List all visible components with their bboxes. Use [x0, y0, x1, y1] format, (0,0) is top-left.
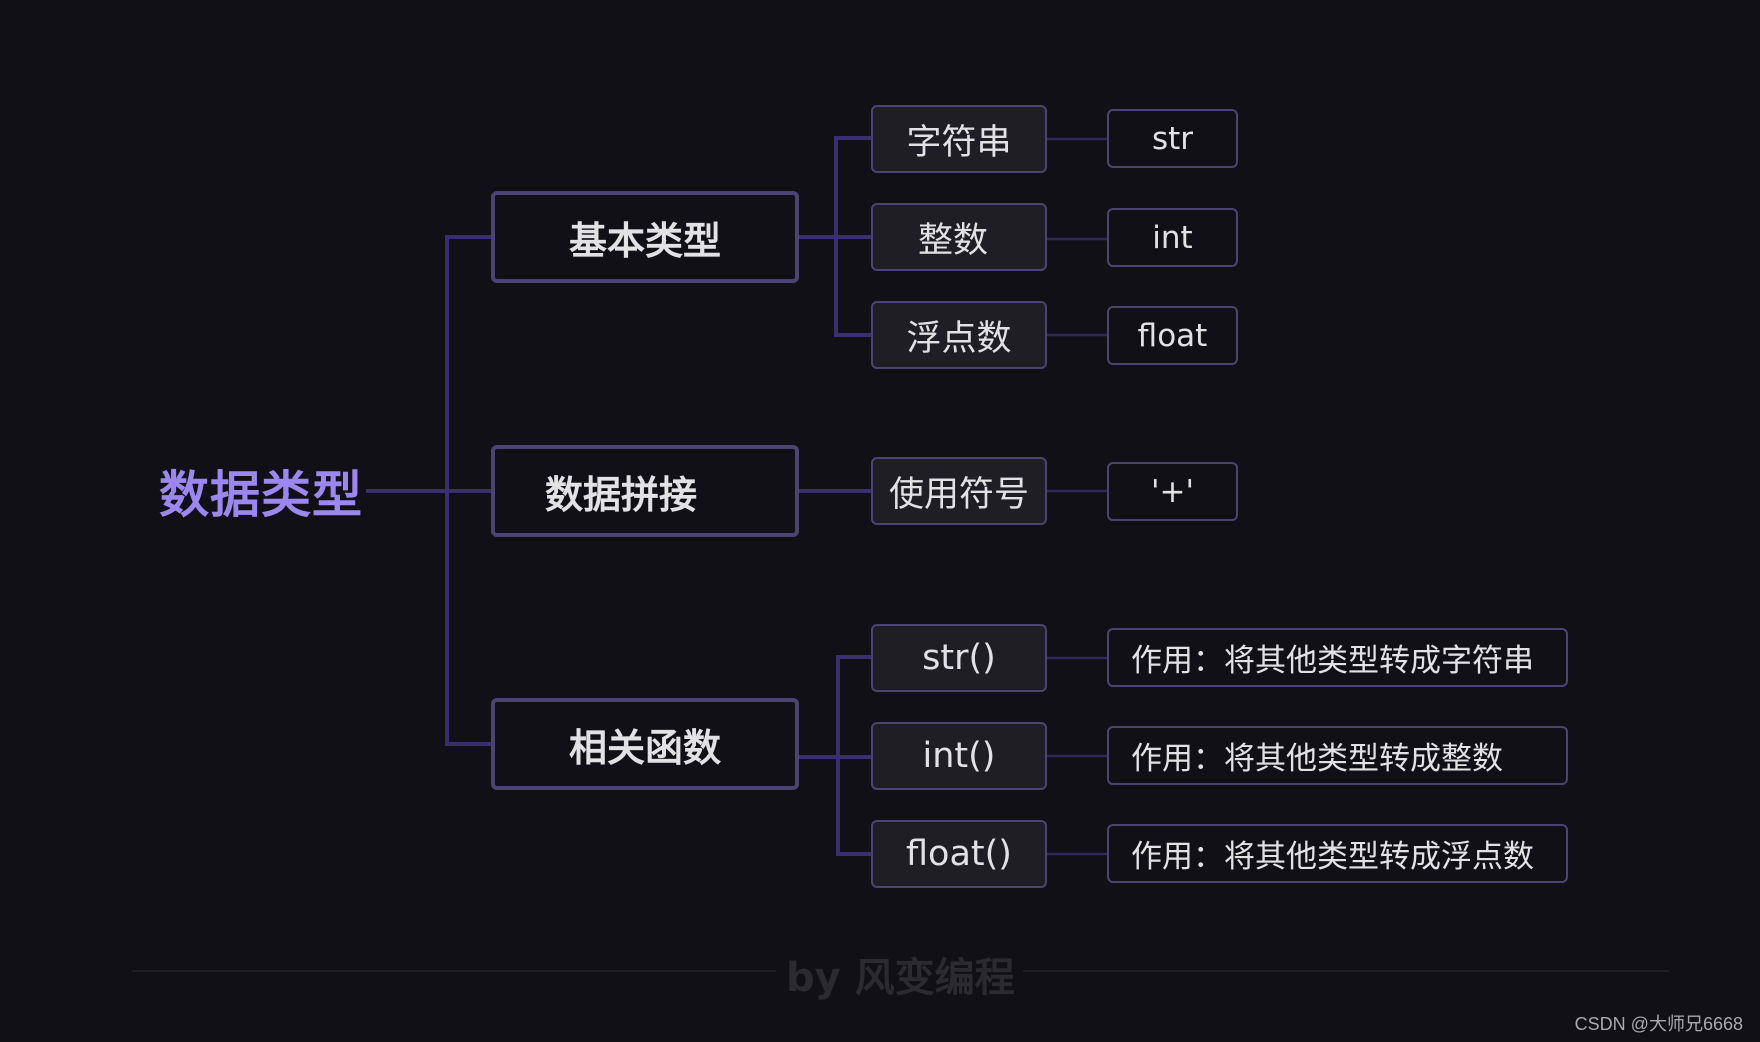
- node-float-func: float(): [871, 820, 1047, 888]
- node-float: 浮点数: [871, 301, 1047, 369]
- detail-float: float: [1107, 306, 1238, 365]
- detail-str-func: 作用：将其他类型转成字符串: [1107, 628, 1568, 687]
- detail-int: int: [1107, 208, 1238, 267]
- node-int-func: int(): [871, 722, 1047, 790]
- connector-basic-types: [798, 136, 871, 337]
- node-string: 字符串: [871, 105, 1047, 173]
- branch-data-concat: 数据拼接: [491, 445, 799, 537]
- footer-divider-right: [1023, 970, 1669, 972]
- node-integer: 整数: [871, 203, 1047, 271]
- detail-str: str: [1107, 109, 1238, 168]
- footer-credit: by 风变编程: [786, 955, 1015, 1001]
- footer-divider-left: [132, 970, 776, 972]
- watermark: CSDN @大师兄6668: [1574, 1014, 1743, 1034]
- detail-float-func: 作用：将其他类型转成浮点数: [1107, 824, 1568, 883]
- node-str-func: str(): [871, 624, 1047, 692]
- branch-basic-types: 基本类型: [491, 191, 799, 283]
- detail-int-func: 作用：将其他类型转成整数: [1107, 726, 1568, 785]
- branch-functions: 相关函数: [491, 698, 799, 790]
- connector-functions: [798, 655, 871, 856]
- root-node: 数据类型: [159, 466, 363, 524]
- node-use-symbol: 使用符号: [871, 457, 1047, 525]
- detail-plus-symbol: '+': [1107, 462, 1238, 521]
